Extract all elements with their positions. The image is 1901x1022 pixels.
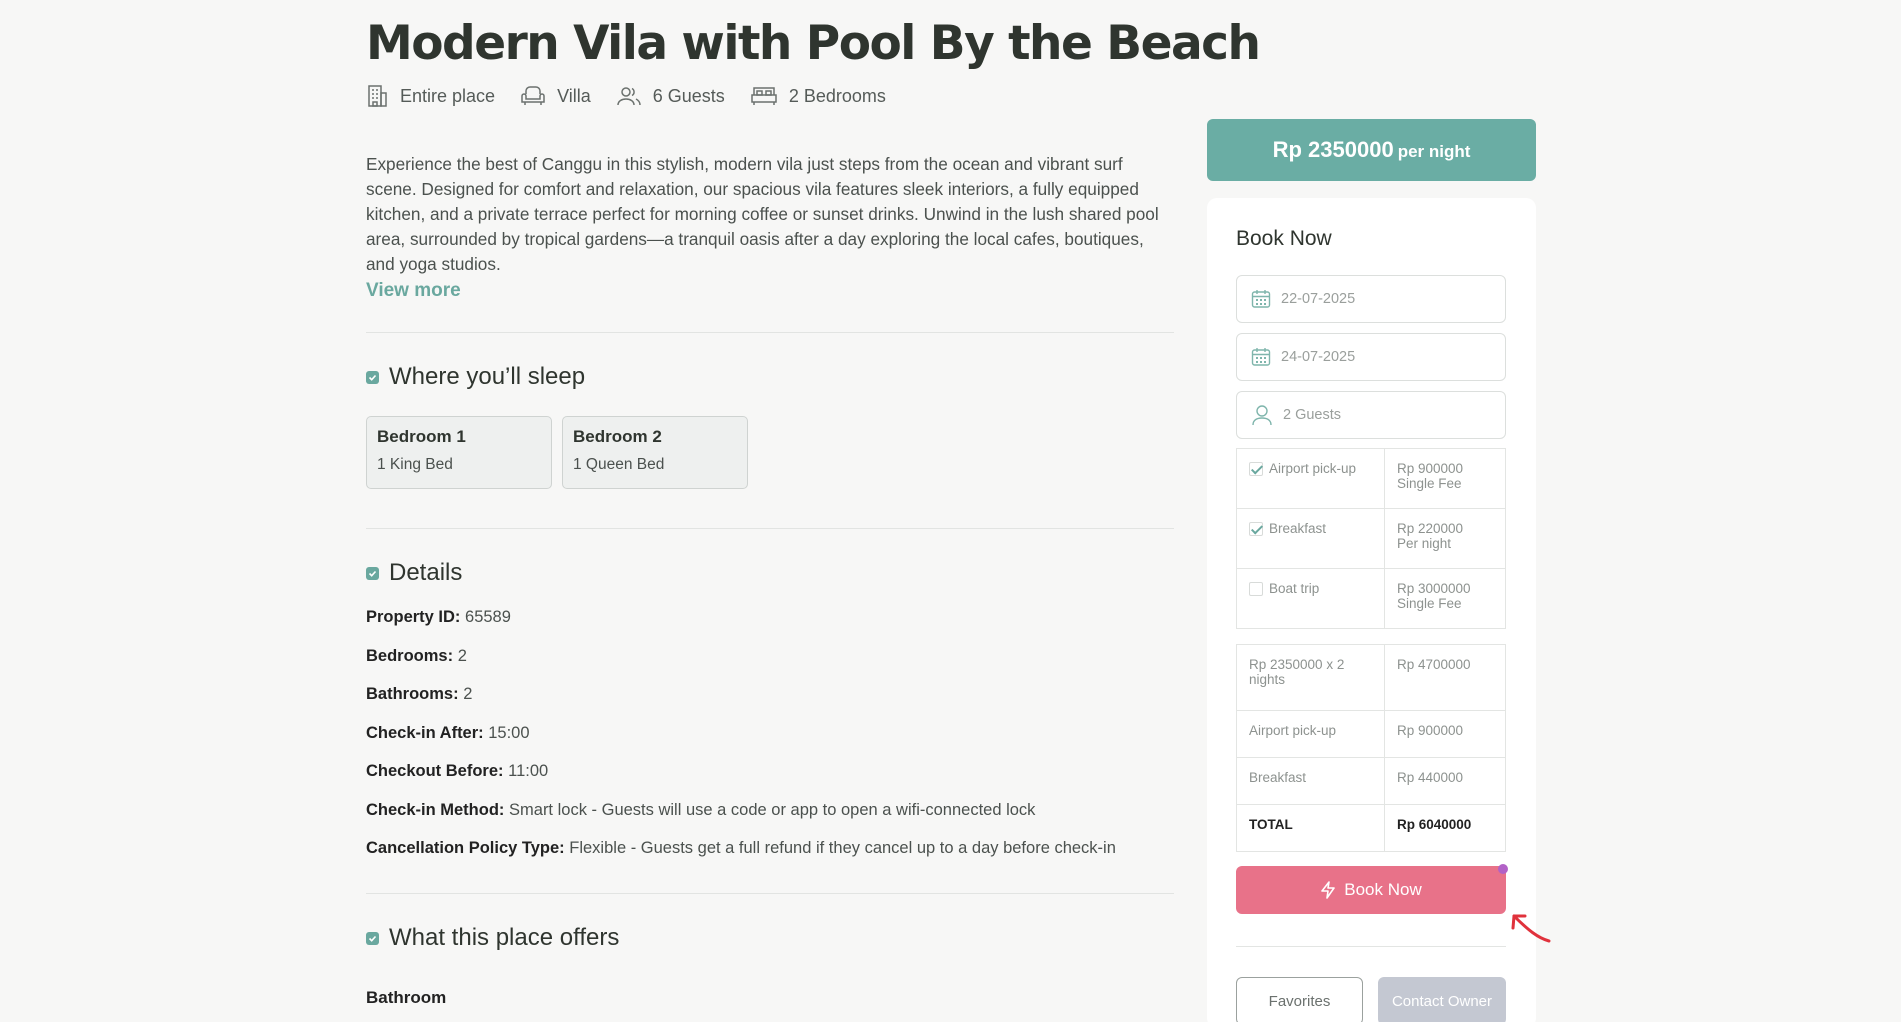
favorites-button[interactable]: Favorites: [1236, 977, 1363, 1022]
book-now-button[interactable]: Book Now: [1236, 864, 1508, 914]
check-icon: [366, 931, 379, 945]
fact-type: Villa: [521, 85, 591, 107]
fact-place-label: Entire place: [400, 85, 496, 106]
total-label: TOTAL: [1236, 804, 1385, 852]
sleep-heading: Where you’ll sleep: [366, 363, 585, 391]
breakfast-checkbox[interactable]: [1249, 522, 1263, 536]
summary-row: Airport pick-up Rp 900000: [1236, 710, 1506, 758]
divider: [366, 528, 1174, 529]
booking-card: Book Now 22-07-2025 24-07-2025 2 Guests …: [1207, 198, 1536, 1022]
arrow-cursor-icon: [1511, 914, 1551, 943]
check-icon: [366, 370, 379, 384]
checkin-date-value: 22-07-2025: [1281, 291, 1356, 307]
boat-trip-checkbox[interactable]: [1249, 582, 1263, 596]
notification-dot: [1498, 864, 1508, 874]
summary-row: Breakfast Rp 440000: [1236, 757, 1506, 805]
summary-label: Airport pick-up: [1236, 710, 1385, 758]
contact-owner-button[interactable]: Contact Owner: [1378, 977, 1506, 1022]
user-icon: [1252, 405, 1272, 426]
building-icon: [368, 85, 387, 107]
details-heading: Details: [366, 559, 462, 587]
summary-label: Rp 2350000 x 2 nights: [1236, 644, 1385, 711]
amenity-category: Bathroom: [366, 988, 447, 1007]
bedroom-card: Bedroom 1 1 King Bed: [366, 416, 552, 489]
listing-facts: Entire place Villa 6 Guests 2 Bedrooms: [366, 84, 912, 108]
checkin-date-field[interactable]: 22-07-2025: [1236, 275, 1506, 323]
total-value: Rp 6040000: [1384, 804, 1506, 852]
price-summary-table: Rp 2350000 x 2 nights Rp 4700000 Airport…: [1236, 644, 1506, 852]
check-icon: [366, 566, 379, 580]
bedroom-bed: 1 King Bed: [377, 456, 453, 473]
bed-icon: [751, 87, 777, 105]
calendar-icon: [1251, 348, 1271, 366]
armchair-icon: [521, 86, 545, 105]
checkout-date-field[interactable]: 24-07-2025: [1236, 333, 1506, 381]
fact-bedrooms-label: 2 Bedrooms: [788, 85, 886, 106]
extra-option-row: Airport pick-up Rp 900000 Single Fee: [1236, 448, 1506, 509]
fact-place: Entire place: [366, 84, 495, 108]
extra-option-row: Boat trip Rp 3000000 Single Fee: [1236, 568, 1506, 629]
listing-description: Experience the best of Canggu in this st…: [366, 154, 1159, 274]
divider: [1236, 946, 1506, 947]
extra-option-price: Rp 3000000: [1397, 581, 1471, 596]
extras-table: Airport pick-up Rp 900000 Single Fee Brea…: [1236, 448, 1506, 629]
fact-guests: 6 Guests: [617, 86, 725, 107]
extra-option-unit: Per night: [1397, 536, 1452, 551]
offers-heading: What this place offers: [366, 924, 619, 952]
per-night-label: per night: [1397, 142, 1471, 161]
summary-label: Breakfast: [1236, 757, 1385, 805]
summary-row: Rp 2350000 x 2 nights Rp 4700000: [1236, 644, 1506, 711]
calendar-icon: [1251, 290, 1271, 308]
checkout-date-value: 24-07-2025: [1281, 349, 1356, 365]
extra-option-label: Airport pick-up: [1269, 461, 1357, 476]
airport-pickup-checkbox[interactable]: [1249, 462, 1263, 476]
total-row: TOTAL Rp 6040000: [1236, 804, 1506, 852]
lightning-icon: [1321, 881, 1336, 899]
guests-field[interactable]: 2 Guests: [1236, 391, 1506, 439]
details-heading-text: Details: [389, 559, 463, 586]
fact-type-label: Villa: [557, 85, 591, 106]
detail-row: Cancellation Policy Type: Flexible - Gue…: [366, 839, 1116, 857]
summary-value: Rp 4700000: [1384, 644, 1506, 711]
extra-option-unit: Single Fee: [1397, 476, 1462, 491]
extra-option-row: Breakfast Rp 220000 Per night: [1236, 508, 1506, 569]
extra-option-label: Boat trip: [1269, 581, 1320, 596]
users-icon: [617, 87, 641, 106]
fact-bedrooms: 2 Bedrooms: [751, 85, 886, 107]
extra-option-price: Rp 900000: [1397, 461, 1464, 476]
summary-value: Rp 440000: [1384, 757, 1506, 805]
price-banner: Rp 2350000 per night: [1207, 119, 1536, 181]
detail-row: Bathrooms: 2: [366, 685, 473, 703]
detail-row: Checkout Before: 11:00: [366, 762, 549, 780]
detail-row: Property ID: 65589: [366, 608, 511, 626]
offers-heading-text: What this place offers: [389, 924, 620, 951]
fact-guests-label: 6 Guests: [652, 85, 725, 106]
detail-row: Bedrooms: 2: [366, 647, 467, 665]
bedroom-card: Bedroom 2 1 Queen Bed: [562, 416, 748, 489]
page-title: Modern Vila with Pool By the Beach: [366, 16, 1261, 71]
extra-option-unit: Single Fee: [1397, 596, 1462, 611]
detail-row: Check-in After: 15:00: [366, 724, 530, 742]
divider: [366, 332, 1174, 333]
detail-row: Check-in Method: Smart lock - Guests wil…: [366, 801, 1036, 819]
nightly-price: Rp 2350000: [1272, 137, 1394, 162]
bedroom-name: Bedroom 2: [573, 427, 662, 446]
bedroom-bed: 1 Queen Bed: [573, 456, 665, 473]
book-now-label: Book Now: [1344, 880, 1422, 899]
summary-value: Rp 900000: [1384, 710, 1506, 758]
extra-option-label: Breakfast: [1269, 521, 1327, 536]
sleep-heading-text: Where you’ll sleep: [389, 363, 586, 390]
divider: [366, 893, 1174, 894]
view-more-link[interactable]: View more: [366, 280, 461, 302]
guests-value: 2 Guests: [1283, 407, 1342, 423]
extra-option-price: Rp 220000: [1397, 521, 1464, 536]
bedroom-name: Bedroom 1: [377, 427, 466, 446]
booking-title: Book Now: [1236, 227, 1332, 250]
